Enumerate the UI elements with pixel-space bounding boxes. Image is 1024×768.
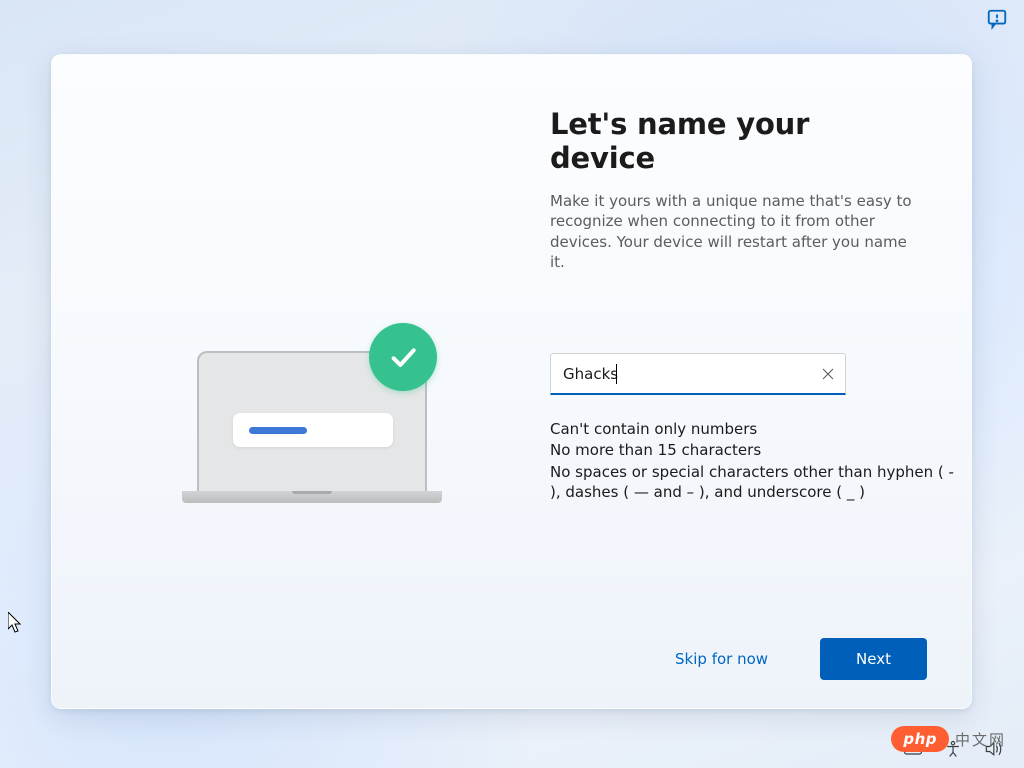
close-icon bbox=[822, 368, 834, 380]
rule-chars: No spaces or special characters other th… bbox=[550, 462, 963, 503]
device-name-input-wrap[interactable] bbox=[550, 353, 846, 395]
footer-buttons: Skip for now Next bbox=[639, 638, 927, 680]
rule-length: No more than 15 characters bbox=[550, 440, 963, 460]
form-column: Let's name your device Make it yours wit… bbox=[550, 55, 971, 708]
illustration-column bbox=[52, 55, 550, 708]
cursor-icon bbox=[8, 612, 23, 634]
feedback-icon[interactable] bbox=[986, 8, 1008, 30]
skip-button[interactable]: Skip for now bbox=[639, 638, 804, 680]
rule-numbers: Can't contain only numbers bbox=[550, 419, 963, 439]
keyboard-icon[interactable] bbox=[902, 738, 924, 760]
accessibility-icon[interactable] bbox=[942, 738, 964, 760]
clear-input-button[interactable] bbox=[811, 357, 845, 391]
next-button[interactable]: Next bbox=[820, 638, 927, 680]
illustration-input-pill bbox=[233, 413, 393, 447]
device-name-input[interactable] bbox=[551, 354, 811, 393]
volume-icon[interactable] bbox=[982, 738, 1004, 760]
text-caret bbox=[616, 364, 617, 384]
page-subtitle: Make it yours with a unique name that's … bbox=[550, 191, 919, 272]
page-title: Let's name your device bbox=[550, 107, 919, 175]
naming-rules: Can't contain only numbers No more than … bbox=[550, 419, 963, 503]
setup-card: Let's name your device Make it yours wit… bbox=[51, 54, 972, 709]
system-tray bbox=[902, 738, 1004, 760]
check-badge-icon bbox=[369, 323, 437, 391]
laptop-illustration bbox=[182, 351, 442, 503]
